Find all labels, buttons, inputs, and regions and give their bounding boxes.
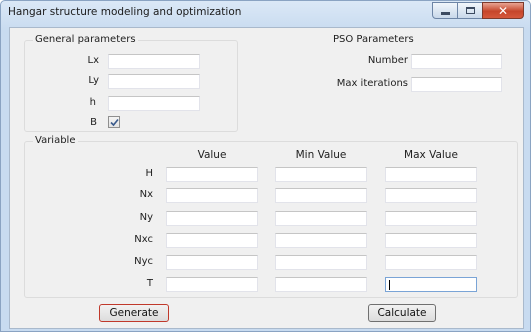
text-caret — [389, 280, 390, 290]
general-parameters-legend: General parameters — [33, 34, 138, 46]
app-window: Hangar structure modeling and optimizati… — [0, 0, 531, 332]
nx-min-input[interactable] — [275, 188, 367, 203]
variable-label: Nx — [139, 189, 153, 200]
h-value-input[interactable] — [166, 167, 258, 182]
nxc-min-input[interactable] — [275, 233, 367, 248]
b-checkbox[interactable] — [108, 116, 120, 128]
checkmark-icon — [109, 118, 119, 126]
nxc-value-input[interactable] — [166, 233, 258, 248]
window-title: Hangar structure modeling and optimizati… — [8, 6, 242, 18]
value-column-header: Value — [197, 149, 227, 161]
min-value-column-header: Min Value — [295, 149, 347, 161]
lx-label: Lx — [87, 55, 100, 66]
variable-label: H — [145, 168, 153, 179]
h-min-input[interactable] — [275, 167, 367, 182]
maximize-button[interactable] — [457, 2, 483, 19]
variable-legend: Variable — [33, 135, 78, 147]
number-input[interactable] — [411, 54, 502, 69]
nxc-max-input[interactable] — [385, 233, 477, 248]
calculate-button[interactable]: Calculate — [368, 304, 436, 322]
h-label: h — [89, 97, 96, 108]
nyc-min-input[interactable] — [275, 255, 367, 270]
ny-max-input[interactable] — [385, 211, 477, 226]
variable-group: Variable Value Min Value Max Value H Nx … — [24, 135, 518, 298]
max-iterations-input[interactable] — [411, 77, 502, 92]
max-iterations-label: Max iterations — [336, 78, 408, 89]
number-label: Number — [367, 55, 408, 66]
close-icon: ✕ — [497, 3, 509, 18]
nx-value-input[interactable] — [166, 188, 258, 203]
minimize-icon — [440, 12, 450, 15]
ny-value-input[interactable] — [166, 211, 258, 226]
variable-label: T — [146, 278, 153, 289]
h-max-input[interactable] — [385, 167, 477, 182]
t-min-input[interactable] — [275, 277, 367, 292]
maximize-icon — [465, 7, 475, 14]
variable-label: Nxc — [134, 234, 153, 245]
caption-buttons: ✕ — [432, 2, 524, 19]
ly-label: Ly — [88, 75, 99, 86]
max-value-column-header: Max Value — [404, 149, 458, 161]
nx-max-input[interactable] — [385, 188, 477, 203]
minimize-button[interactable] — [432, 2, 458, 19]
generate-button[interactable]: Generate — [99, 304, 169, 322]
ny-min-input[interactable] — [275, 211, 367, 226]
form-client-area: General parameters Lx Ly h B PSO Paramet… — [9, 27, 524, 329]
variable-label: Nyc — [134, 256, 153, 267]
t-max-input[interactable] — [385, 277, 477, 292]
nyc-max-input[interactable] — [385, 255, 477, 270]
ly-input[interactable] — [108, 74, 200, 89]
pso-parameters-group: PSO Parameters Number Max iterations — [322, 34, 516, 132]
lx-input[interactable] — [108, 54, 200, 69]
b-label: B — [90, 117, 97, 128]
h-input[interactable] — [108, 96, 200, 111]
pso-parameters-legend: PSO Parameters — [331, 34, 416, 46]
close-button[interactable]: ✕ — [482, 2, 524, 19]
t-value-input[interactable] — [166, 277, 258, 292]
general-parameters-group: General parameters Lx Ly h B — [24, 34, 238, 132]
title-bar[interactable]: Hangar structure modeling and optimizati… — [1, 1, 530, 25]
nyc-value-input[interactable] — [166, 255, 258, 270]
variable-label: Ny — [139, 212, 153, 223]
